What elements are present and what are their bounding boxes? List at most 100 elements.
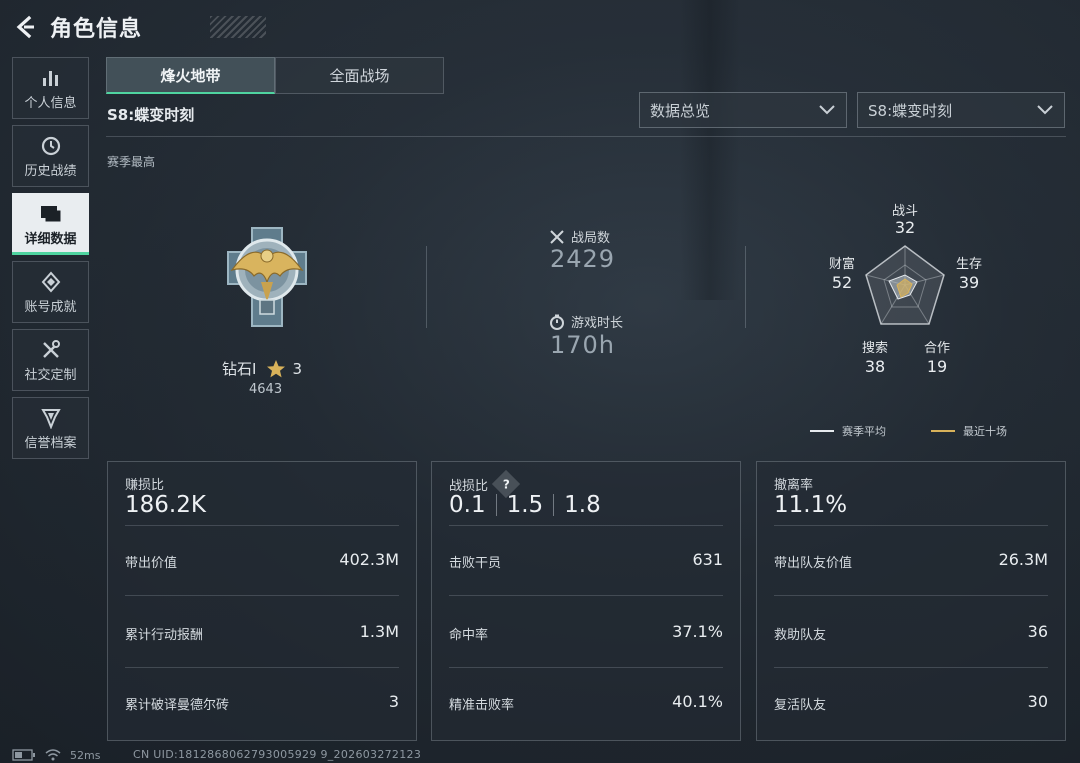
sidebar-item-label: 详细数据 xyxy=(24,231,77,247)
sidebar-item-label: 账号成就 xyxy=(24,299,77,315)
matches-value: 2429 xyxy=(550,245,616,273)
active-indicator xyxy=(12,252,89,255)
sidebar-item-label: 历史战绩 xyxy=(24,163,77,179)
card-value: 186.2K xyxy=(125,492,206,518)
row-label: 带出价值 xyxy=(125,556,178,571)
dropdown-value: 数据总览 xyxy=(650,101,711,120)
rank-row: 钻石I 3 xyxy=(222,358,302,379)
mode-tabs: 烽火地带 全面战场 xyxy=(106,57,444,94)
ping-value: 52ms xyxy=(70,748,101,762)
matches-label-row: 战局数 xyxy=(549,227,610,246)
rank-points: 4643 xyxy=(249,382,283,397)
wifi-icon xyxy=(45,749,61,761)
shield-badge-icon xyxy=(40,406,62,430)
header: 角色信息 xyxy=(10,10,266,44)
status-bar: 52ms xyxy=(12,748,100,762)
sidebar-item-label: 信誉档案 xyxy=(24,435,77,451)
kd-card: 战损比 ? 0.1 1.5 1.8 击败干员 631 命中率 37.1% 精准击… xyxy=(431,461,741,741)
radar-axis-value: 39 xyxy=(958,273,980,292)
sidebar-item-detailed-data[interactable]: 详细数据 xyxy=(12,193,89,255)
profit-card: 赚损比 186.2K 带出价值 402.3M 累计行动报酬 1.3M 累计破译曼… xyxy=(107,461,417,741)
season-title: S8:蝶变时刻 xyxy=(107,106,195,124)
legend-label: 赛季平均 xyxy=(842,425,886,438)
title-hatch-decoration xyxy=(210,16,266,38)
crossed-swords-icon xyxy=(550,229,564,244)
rank-emblem-icon xyxy=(212,222,322,332)
chevron-down-icon xyxy=(819,105,835,115)
row-value: 26.3M xyxy=(998,550,1048,569)
sidebar-item-label: 社交定制 xyxy=(24,367,77,383)
dropdown-value: S8:蝶变时刻 xyxy=(868,101,953,120)
radar-chart: 战斗 32 生存 39 合作 19 搜索 38 财富 52 xyxy=(820,198,990,378)
radar-axis-value: 19 xyxy=(926,357,948,376)
divider xyxy=(774,667,1048,668)
card-label-row: 战损比 ? xyxy=(449,469,521,499)
separator xyxy=(495,494,497,516)
card-label: 赚损比 xyxy=(125,478,165,493)
chevron-down-icon xyxy=(1037,105,1053,115)
kd-values: 0.1 1.5 1.8 xyxy=(449,492,601,518)
divider xyxy=(106,136,1066,137)
divider xyxy=(449,667,723,668)
battery-icon xyxy=(12,749,35,761)
sidebar-item-social-custom[interactable]: 社交定制 xyxy=(12,329,89,391)
matches-label: 战局数 xyxy=(571,231,611,246)
row-value: 36 xyxy=(1027,622,1048,641)
row-value: 40.1% xyxy=(672,692,723,711)
kd-value: 0.1 xyxy=(449,492,486,518)
playtime-label: 游戏时长 xyxy=(571,316,624,331)
sidebar: 个人信息 历史战绩 详细数据 账号成就 社交定制 信誉档案 xyxy=(12,57,89,465)
overview-dropdown[interactable]: 数据总览 xyxy=(639,92,847,128)
rank-name: 钻石I xyxy=(222,360,257,378)
row-label: 累计破译曼德尔砖 xyxy=(125,698,230,713)
radar-axis-label: 合作 xyxy=(923,341,950,356)
tab-full-battlefield[interactable]: 全面战场 xyxy=(275,57,444,94)
playtime-value: 170h xyxy=(550,331,616,359)
row-value: 402.3M xyxy=(339,550,399,569)
divider xyxy=(449,525,723,526)
row-value: 631 xyxy=(692,550,723,569)
row-value: 1.3M xyxy=(359,622,399,641)
back-arrow-icon xyxy=(16,15,34,39)
row-value: 30 xyxy=(1027,692,1048,711)
row-label: 带出队友价值 xyxy=(774,556,853,571)
sidebar-item-history[interactable]: 历史战绩 xyxy=(12,125,89,187)
radar-axis-label: 生存 xyxy=(955,257,982,272)
divider xyxy=(125,667,399,668)
legend-recent-ten: 最近十场 xyxy=(931,423,1007,439)
radar-axis-label: 财富 xyxy=(828,257,855,272)
divider xyxy=(449,595,723,596)
clock-icon xyxy=(40,134,62,158)
row-label: 击败干员 xyxy=(449,556,502,571)
sidebar-item-label: 个人信息 xyxy=(24,95,77,111)
sidebar-item-reputation[interactable]: 信誉档案 xyxy=(12,397,89,459)
legend-swatch xyxy=(810,430,834,432)
row-label: 累计行动报酬 xyxy=(125,628,204,643)
card-value: 11.1% xyxy=(774,492,848,518)
playtime-label-row: 游戏时长 xyxy=(549,312,623,331)
radar-axis-label: 战斗 xyxy=(891,204,918,219)
season-dropdown[interactable]: S8:蝶变时刻 xyxy=(857,92,1065,128)
row-label: 命中率 xyxy=(449,628,489,643)
extract-card: 撤离率 11.1% 带出队友价值 26.3M 救助队友 36 复活队友 30 xyxy=(756,461,1066,741)
page-title: 角色信息 xyxy=(50,17,143,42)
stopwatch-icon xyxy=(550,314,564,330)
background-tower xyxy=(680,0,740,300)
kd-value: 1.8 xyxy=(564,492,601,518)
sidebar-item-personal-info[interactable]: 个人信息 xyxy=(12,57,89,119)
radar-axis-value: 38 xyxy=(864,357,886,376)
back-button[interactable] xyxy=(10,12,40,42)
row-value: 37.1% xyxy=(672,622,723,641)
card-label: 撤离率 xyxy=(774,478,814,493)
uid-text: CN UID:1812868062793005929 9_20260327212… xyxy=(133,748,422,761)
kd-value: 1.5 xyxy=(506,492,544,518)
row-value: 3 xyxy=(388,692,399,711)
sidebar-item-achievements[interactable]: 账号成就 xyxy=(12,261,89,323)
divider xyxy=(125,595,399,596)
tab-fire-zone[interactable]: 烽火地带 xyxy=(106,57,275,94)
separator xyxy=(553,494,555,516)
legend-season-avg: 赛季平均 xyxy=(810,423,886,439)
card-label: 战损比 xyxy=(449,478,489,494)
legend-label: 最近十场 xyxy=(963,425,1007,438)
divider xyxy=(426,246,427,328)
